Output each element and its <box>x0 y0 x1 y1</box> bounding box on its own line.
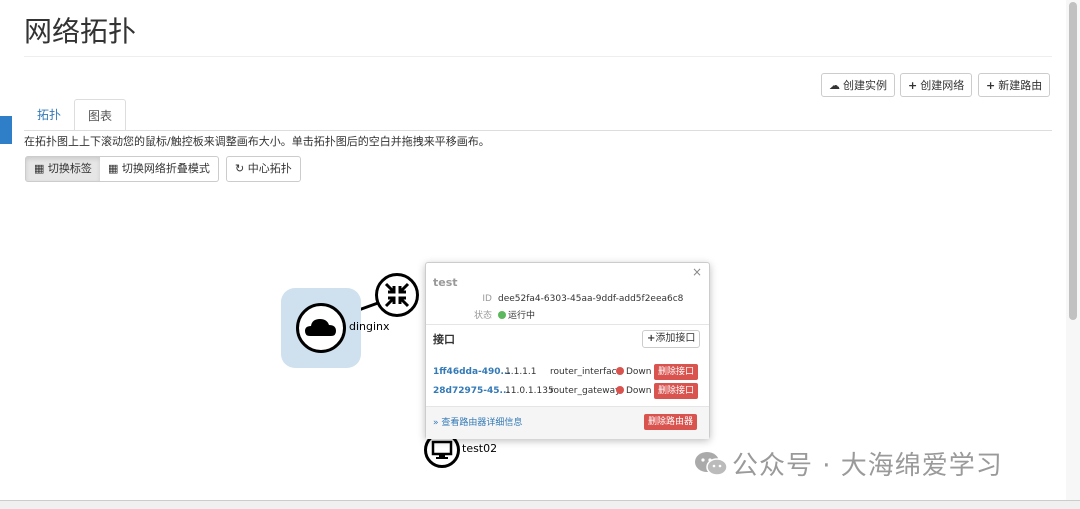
router-popup: × test ID dee52fa4-6303-45aa-9ddf-add5f2… <box>425 262 710 439</box>
interface-id-link[interactable]: 28d72975-45... <box>433 386 510 396</box>
interface-status: Down <box>616 386 652 396</box>
network-label: dinginx <box>349 320 390 333</box>
status-dot-icon <box>616 367 624 375</box>
interface-status: Down <box>616 367 652 377</box>
close-icon[interactable]: × <box>692 265 702 279</box>
delete-router-button[interactable]: 删除路由器 <box>644 414 698 430</box>
monitor-icon <box>431 440 453 459</box>
id-value: dee52fa4-6303-45aa-9ddf-add5f2eea6c8 <box>498 294 684 304</box>
wechat-icon <box>695 452 728 476</box>
popup-divider <box>426 324 709 325</box>
view-router-details-link[interactable]: » 查看路由器详细信息 <box>433 415 522 428</box>
scrollbar-thumb[interactable] <box>1069 2 1077 320</box>
interface-ip: 1.1.1.1 <box>505 367 537 377</box>
network-node[interactable] <box>296 303 346 353</box>
watermark: 公众号 · 大海绵爱学习 <box>694 445 1003 482</box>
instance-label: test02 <box>462 442 498 455</box>
interface-type: router_interface <box>550 367 623 377</box>
status-key: 状态 <box>473 311 492 321</box>
popup-title: test <box>433 276 458 289</box>
status-value: 运行中 <box>498 308 535 321</box>
interfaces-heading: 接口 <box>433 333 455 346</box>
add-interface-button[interactable]: +添加接口 <box>642 330 701 348</box>
cloud-icon <box>305 319 336 336</box>
status-dot-icon <box>498 311 506 319</box>
interface-ip: 11.0.1.135 <box>505 386 554 396</box>
interface-id-link[interactable]: 1ff46dda-490... <box>433 367 511 377</box>
status-dot-icon <box>616 386 624 394</box>
delete-interface-button[interactable]: 删除接口 <box>654 383 699 399</box>
interface-type: router_gateway <box>550 386 621 396</box>
delete-interface-button[interactable]: 删除接口 <box>654 364 699 380</box>
router-node[interactable] <box>375 273 419 317</box>
id-key: ID <box>482 294 492 304</box>
router-icon <box>384 282 410 308</box>
